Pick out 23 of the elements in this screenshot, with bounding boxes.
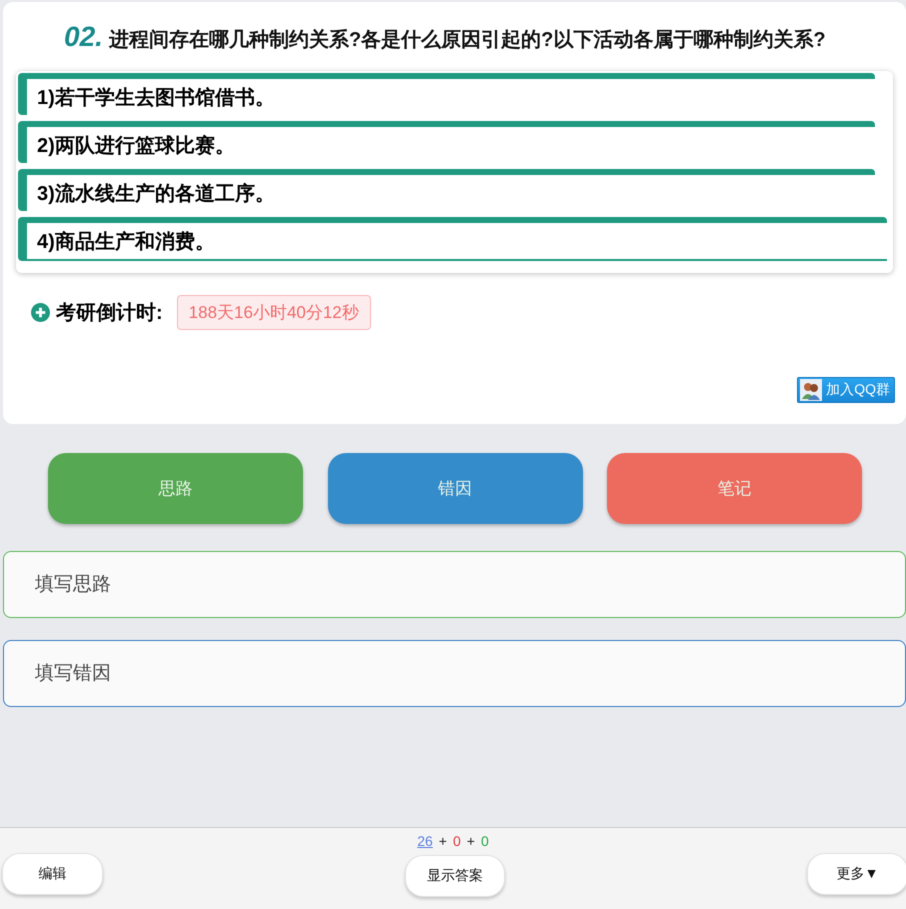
input-field[interactable]: 填写错因	[3, 640, 906, 707]
option-item: 3)流水线生产的各道工序。	[18, 169, 875, 211]
people-icon	[800, 379, 822, 401]
question-text: 02. 进程间存在哪几种制约关系?各是什么原因引起的?以下活动各属于哪种制约关系?	[63, 20, 827, 54]
join-group-button[interactable]: 加入QQ群	[797, 377, 895, 403]
tab-button[interactable]: 笔记	[607, 453, 862, 524]
footer-button[interactable]: 更多▼	[807, 853, 906, 895]
countdown-value: 188天16小时40分12秒	[176, 295, 371, 330]
footer-button[interactable]: 编辑	[2, 853, 103, 895]
count-text: 0	[452, 833, 461, 849]
count-text: +	[466, 833, 475, 849]
count-text: +	[438, 833, 447, 849]
tab-button[interactable]: 思路	[48, 453, 303, 524]
count-link[interactable]: 26	[417, 833, 433, 849]
tab-button[interactable]: 错因	[328, 453, 582, 524]
count-text: 0	[480, 833, 489, 849]
footer-button[interactable]: 显示答案	[405, 855, 505, 897]
option-item: 1)若干学生去图书馆借书。	[18, 73, 875, 115]
plus-icon	[31, 303, 50, 322]
input-field[interactable]: 填写思路	[3, 551, 906, 618]
option-item: 2)两队进行篮球比赛。	[18, 121, 875, 163]
option-item: 4)商品生产和消费。	[18, 217, 887, 261]
countdown-label: 考研倒计时:	[56, 301, 163, 326]
